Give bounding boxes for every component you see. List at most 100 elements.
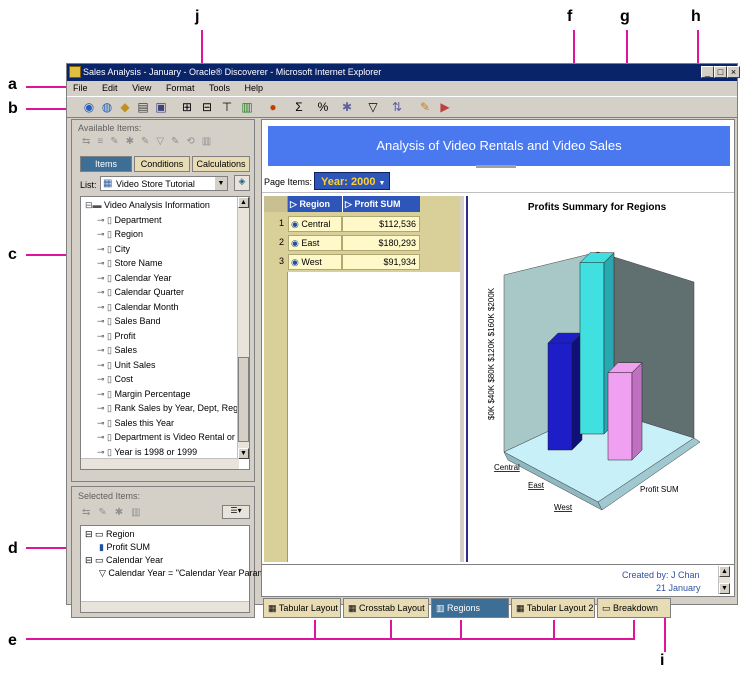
bar-chart: $0K $40K $80K $120K $160K $200K Central Ea… — [487, 251, 701, 512]
available-item-label: Margin Percentage — [114, 388, 191, 399]
drill-icon[interactable]: ● — [265, 100, 281, 115]
table-cell-profit[interactable]: $180,293 — [342, 235, 420, 251]
selected-items-title: Selected Items: — [78, 491, 141, 501]
scroll-up-icon[interactable]: ▲ — [238, 197, 249, 208]
sum-icon[interactable]: Σ — [291, 100, 307, 115]
table-empty-area — [288, 272, 460, 562]
save-icon[interactable]: ▣ — [153, 100, 169, 115]
available-item[interactable]: ⊸ ▯ Department — [97, 214, 162, 227]
tab-calculations[interactable]: Calculations — [192, 156, 250, 172]
table-cell-region[interactable]: ◉ West — [288, 254, 342, 270]
available-item[interactable]: ⊸ ▯ Region — [97, 228, 143, 241]
available-item[interactable]: ⊸ ▯ Calendar Year — [97, 272, 172, 285]
scroll-down-icon[interactable]: ▼ — [719, 583, 730, 594]
footer-scrollbar[interactable]: ▲ ▼ — [718, 566, 730, 594]
item-icon: ⊸ ▯ — [97, 403, 115, 413]
find-items-icon[interactable]: ◈ — [234, 175, 250, 191]
maximize-button[interactable]: □ — [714, 66, 727, 78]
crosstab-icon: ▦ — [348, 603, 357, 613]
selected-item-condition[interactable]: ▽ Calendar Year = "Calendar Year Paramet… — [99, 567, 284, 580]
selected-item-region[interactable]: ⊟ ▭ Region — [85, 528, 135, 541]
table-cell-profit[interactable]: $91,934 — [342, 254, 420, 270]
title-splitter[interactable] — [476, 165, 516, 168]
available-item[interactable]: ⊸ ▯ Profit — [97, 330, 136, 343]
selected-item-year[interactable]: ⊟ ▭ Calendar Year — [85, 554, 163, 567]
page-items-icon[interactable]: ⊤ — [219, 100, 235, 115]
leader-e-3 — [460, 620, 462, 640]
column-header-profit[interactable]: ▷ Profit SUM — [342, 196, 420, 212]
available-item[interactable]: ⊸ ▯ Margin Percentage — [97, 388, 191, 401]
tab-regions[interactable]: ▥ Regions — [431, 598, 509, 618]
list-dropdown[interactable]: ▦ Video Store Tutorial ▼ — [100, 176, 228, 191]
tab-breakdown[interactable]: ▭ Breakdown — [597, 598, 671, 618]
table-chart-splitter[interactable] — [460, 196, 464, 562]
selected-item-profit[interactable]: ▮ Profit SUM — [99, 541, 150, 554]
edit-sheet-icon[interactable]: ✎ — [417, 100, 433, 115]
close-button[interactable]: × — [727, 66, 740, 78]
drill-icon[interactable]: ◉ — [291, 257, 301, 267]
list-dropdown-value: Video Store Tutorial — [116, 179, 195, 189]
chart-title: Profits Summary for Regions — [527, 202, 667, 213]
available-item[interactable]: ⊸ ▯ Sales — [97, 344, 137, 357]
available-item[interactable]: ⊸ ▯ Calendar Quarter — [97, 286, 184, 299]
scroll-down-icon[interactable]: ▼ — [238, 448, 249, 459]
table-layout-icon[interactable]: ⊞ — [179, 100, 195, 115]
layout-toggle-icon[interactable]: ☰▾ — [222, 505, 250, 519]
open-folder-icon[interactable]: ◆ — [117, 100, 133, 115]
available-item-label: Sales Band — [114, 316, 161, 326]
table-cell-profit[interactable]: $112,536 — [342, 216, 420, 232]
run-query-icon[interactable]: ▶ — [437, 100, 453, 115]
tab-conditions[interactable]: Conditions — [134, 156, 190, 172]
tree-hscrollbar[interactable] — [81, 458, 239, 469]
tab-tabular-layout-2[interactable]: ▦ Tabular Layout 2 — [511, 598, 595, 618]
list-db-icon: ▦ — [103, 178, 113, 189]
minimize-button[interactable]: _ — [701, 66, 714, 78]
menu-help[interactable]: Help — [239, 82, 270, 94]
available-item[interactable]: ⊸ ▯ Unit Sales — [97, 359, 156, 372]
print-icon[interactable]: ▤ — [135, 100, 151, 115]
open-workbook-icon[interactable]: ◍ — [99, 100, 115, 115]
drill-icon[interactable]: ◉ — [291, 219, 301, 229]
sort-icon[interactable]: ⇅ — [389, 100, 405, 115]
available-item[interactable]: ⊸ ▯ Department is Video Rental or — [97, 431, 235, 444]
tab-items[interactable]: Items — [80, 156, 132, 172]
tree-scrollbar[interactable]: ▲ ▼ — [237, 197, 249, 459]
available-item[interactable]: ⊸ ▯ Cost — [97, 373, 133, 386]
menu-tools[interactable]: Tools — [203, 82, 236, 94]
graph-icon[interactable]: ▥ — [239, 100, 255, 115]
available-item[interactable]: ⊸ ▯ Year is 1998 or 1999 — [97, 446, 197, 459]
drill-icon[interactable]: ◉ — [291, 238, 301, 248]
data-table: ▷ Region ▷ Profit SUM 1 ◉ Central $112,536… — [264, 196, 460, 562]
tab-crosstab-layout[interactable]: ▦ Crosstab Layout — [343, 598, 429, 618]
chart-panel: Profits Summary for Regions $0K $40K $80… — [466, 196, 728, 562]
menu-format[interactable]: Format — [160, 82, 201, 94]
available-item[interactable]: ⊸ ▯ Sales this Year — [97, 417, 174, 430]
available-item[interactable]: ⊸ ▯ Sales Band — [97, 315, 161, 328]
item-icon: ⊸ ▯ — [97, 214, 115, 225]
available-item-label: Cost — [114, 374, 134, 384]
calculation-icon[interactable]: ✱ — [339, 100, 355, 115]
tab-tabular-layout[interactable]: ▦ Tabular Layout — [263, 598, 341, 618]
scroll-thumb[interactable] — [238, 357, 249, 442]
available-item[interactable]: ⊸ ▯ Store Name — [97, 257, 163, 270]
menu-edit[interactable]: Edit — [96, 82, 124, 94]
column-header-region[interactable]: ▷ Region — [288, 196, 342, 212]
crosstab-icon[interactable]: ⊟ — [199, 100, 215, 115]
table-cell-region[interactable]: ◉ Central — [288, 216, 342, 232]
available-item[interactable]: ⊟▬ Video Analysis Information — [85, 199, 210, 212]
available-item-label: Region — [114, 229, 144, 239]
filter-icon[interactable]: ▽ — [365, 100, 381, 115]
menu-view[interactable]: View — [126, 82, 157, 94]
percent-icon[interactable]: % — [315, 100, 331, 115]
available-item[interactable]: ⊸ ▯ Calendar Month — [97, 301, 179, 314]
scroll-up-icon[interactable]: ▲ — [719, 566, 730, 577]
new-workbook-icon[interactable]: ◉ — [81, 100, 97, 115]
available-item[interactable]: ⊸ ▯ City — [97, 243, 130, 256]
selected-hscrollbar[interactable] — [81, 601, 249, 612]
menu-file[interactable]: File — [67, 82, 94, 94]
available-item[interactable]: ⊸ ▯ Rank Sales by Year, Dept, Reg — [97, 402, 238, 415]
available-item-label: Sales — [114, 345, 138, 355]
table-cell-region[interactable]: ◉ East — [288, 235, 342, 251]
chevron-down-icon: ▼ — [378, 180, 386, 187]
page-item-selector[interactable]: Year: 2000 ▼ — [314, 172, 390, 190]
